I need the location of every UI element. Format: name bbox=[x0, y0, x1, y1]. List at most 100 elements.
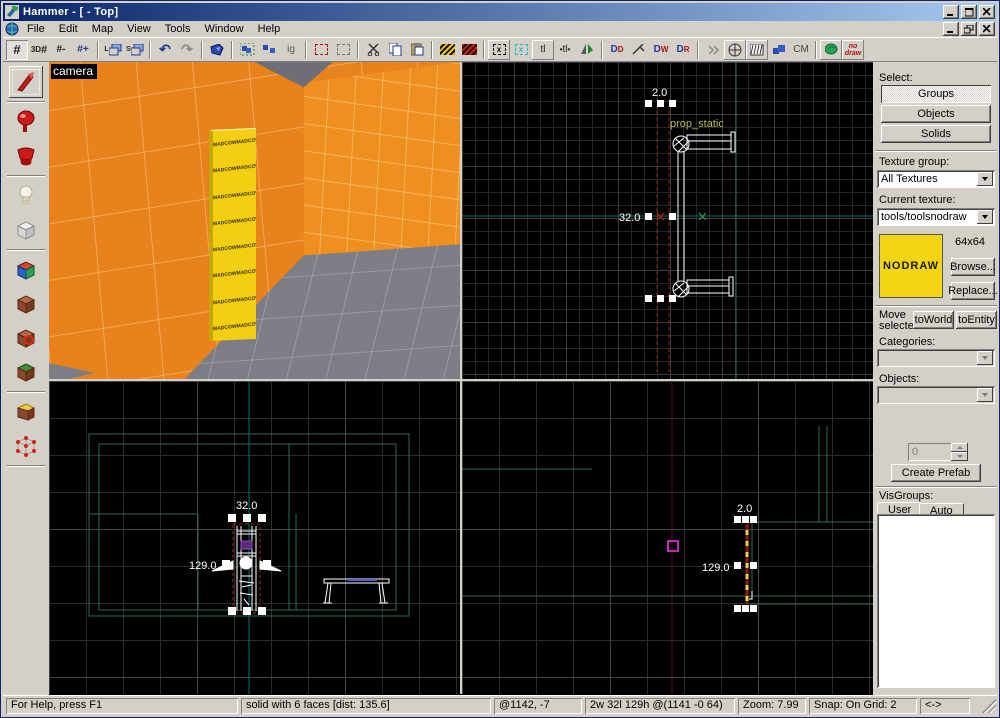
toolbar-separator bbox=[697, 40, 699, 59]
menu-tools[interactable]: Tools bbox=[158, 21, 198, 37]
current-texture-combo[interactable]: tools/toolsnodraw bbox=[877, 208, 995, 226]
path-tool-button[interactable] bbox=[628, 40, 650, 60]
selection-tool-button[interactable] bbox=[9, 66, 43, 98]
nodraw-brush-3d[interactable]: MADCOW MADCOW MADCOW MADCOW MADCOW MADCOW M… bbox=[209, 127, 256, 342]
overlay-tool-button[interactable] bbox=[9, 356, 43, 388]
selection-mode-button[interactable]: x bbox=[488, 40, 510, 60]
mdi-close-button[interactable] bbox=[979, 22, 995, 36]
chevron-down-icon[interactable] bbox=[977, 172, 993, 186]
texture-scale-lock-button[interactable]: • tl • bbox=[554, 40, 576, 60]
viewport-3d[interactable]: MADCOW MADCOW MADCOW MADCOW MADCOW MADCOW M… bbox=[49, 62, 460, 379]
browse-button[interactable]: Browse... bbox=[950, 258, 996, 276]
menu-window[interactable]: Window bbox=[197, 21, 250, 37]
texture-application-tool-button[interactable] bbox=[9, 254, 43, 286]
to-entity-button[interactable]: toEntity bbox=[956, 311, 997, 329]
group-button[interactable] bbox=[236, 40, 258, 60]
save-window-state-button[interactable]: S bbox=[124, 40, 146, 60]
viewport-side[interactable]: 2.0 129.0 bbox=[462, 381, 873, 694]
carve-button[interactable] bbox=[206, 40, 228, 60]
vertex-cube-icon bbox=[16, 436, 36, 457]
toggle-3d-grid-button[interactable]: 3D # bbox=[28, 40, 50, 60]
helpers-toggle-button[interactable] bbox=[724, 40, 746, 60]
flip-horizontal-button[interactable] bbox=[576, 40, 598, 60]
apply-decals-button[interactable] bbox=[9, 322, 43, 354]
select-objects-button[interactable]: Objects bbox=[881, 105, 991, 123]
spinner-up-icon[interactable] bbox=[951, 443, 968, 452]
select-solids-button[interactable]: Solids bbox=[881, 125, 991, 143]
close-button[interactable] bbox=[979, 5, 995, 19]
maximize-button[interactable] bbox=[961, 5, 977, 19]
prefab-angle-spinner: 0 bbox=[908, 443, 968, 461]
visgroups-label: VisGroups: bbox=[879, 490, 934, 502]
resize-grip[interactable] bbox=[982, 698, 996, 713]
toggle-dd-button[interactable]: DD bbox=[606, 40, 628, 60]
dim-height-label: 32.0 bbox=[619, 212, 640, 224]
toggle-dw-button[interactable]: DW bbox=[650, 40, 672, 60]
sound-browser-button[interactable] bbox=[702, 40, 724, 60]
copy-button[interactable] bbox=[384, 40, 406, 60]
selected-brush-edges[interactable] bbox=[656, 110, 670, 372]
magnify-selection-button[interactable]: x bbox=[510, 40, 532, 60]
texture-group-combo[interactable]: All Textures bbox=[877, 170, 995, 188]
selection-handles[interactable] bbox=[645, 100, 676, 302]
redo-button[interactable]: ↷ bbox=[176, 40, 198, 60]
larger-grid-button[interactable]: #+ bbox=[72, 40, 94, 60]
toggle-dr-button[interactable]: DR bbox=[672, 40, 694, 60]
magnify-tool-button[interactable] bbox=[9, 106, 43, 138]
ungroup-button[interactable] bbox=[258, 40, 280, 60]
cordon-toggle-button[interactable] bbox=[332, 40, 354, 60]
mdi-restore-button[interactable] bbox=[961, 22, 977, 36]
table-prop-wireframe[interactable] bbox=[323, 578, 390, 604]
texture-lock-button[interactable]: tl bbox=[532, 40, 554, 60]
viewport-top[interactable]: 2.0 32.0 prop_static bbox=[462, 62, 873, 379]
panel-separator bbox=[875, 486, 997, 488]
texture-preview[interactable]: NODRAW bbox=[879, 234, 943, 298]
minimize-button[interactable] bbox=[943, 5, 959, 19]
camera-tool-button[interactable] bbox=[9, 140, 43, 172]
visgroups-list[interactable] bbox=[877, 514, 995, 688]
menu-help[interactable]: Help bbox=[251, 21, 288, 37]
menu-map[interactable]: Map bbox=[85, 21, 120, 37]
menu-file[interactable]: File bbox=[20, 21, 52, 37]
models-toggle-button[interactable] bbox=[768, 40, 790, 60]
hide-selected-button[interactable] bbox=[436, 40, 458, 60]
clipping-tool-button[interactable] bbox=[9, 396, 43, 428]
toolbar-separator bbox=[357, 40, 359, 59]
vertex-tool-button[interactable] bbox=[9, 430, 43, 462]
chevron-down-icon[interactable] bbox=[977, 210, 993, 224]
hammer-window: Hammer - [ - Top] File Edit Map View Too… bbox=[0, 0, 1000, 718]
dim-height-label: 129.0 bbox=[189, 560, 217, 572]
select-groups-button[interactable]: Groups bbox=[881, 85, 991, 103]
ignore-groups-button[interactable]: ig bbox=[280, 40, 302, 60]
face-edit-button[interactable] bbox=[820, 40, 842, 60]
entity-tool-button[interactable] bbox=[9, 180, 43, 212]
ladder-prop-wireframe[interactable] bbox=[211, 526, 282, 611]
menu-edit[interactable]: Edit bbox=[52, 21, 85, 37]
mdi-minimize-button[interactable] bbox=[943, 22, 959, 36]
smaller-grid-button[interactable]: #- bbox=[50, 40, 72, 60]
cut-button[interactable] bbox=[362, 40, 384, 60]
spinner-down-icon[interactable] bbox=[951, 452, 968, 461]
dim-width-label: 2.0 bbox=[652, 87, 667, 99]
texture-grid-button[interactable] bbox=[746, 40, 768, 60]
apply-current-texture-button[interactable] bbox=[9, 288, 43, 320]
replace-button[interactable]: Replace... bbox=[948, 282, 998, 300]
cordon-edit-button[interactable] bbox=[310, 40, 332, 60]
show-hidden-button[interactable] bbox=[458, 40, 480, 60]
viewport-splitter-horizontal[interactable] bbox=[49, 379, 873, 381]
apply-nodraw-button[interactable]: no draw bbox=[842, 40, 864, 60]
create-prefab-button[interactable]: Create Prefab bbox=[891, 464, 981, 482]
cm-button[interactable]: CM bbox=[790, 40, 812, 60]
menu-view[interactable]: View bbox=[120, 21, 158, 37]
paste-button[interactable] bbox=[406, 40, 428, 60]
undo-button[interactable]: ↶ bbox=[154, 40, 176, 60]
block-tool-button[interactable] bbox=[9, 214, 43, 246]
load-window-state-button[interactable]: L bbox=[102, 40, 124, 60]
select-label: Select: bbox=[879, 72, 913, 84]
toggle-grid-button[interactable]: # bbox=[6, 39, 28, 60]
viewport-front[interactable]: 32.0 129.0 bbox=[49, 381, 460, 694]
title-bar[interactable]: Hammer - [ - Top] bbox=[3, 3, 997, 21]
to-world-button[interactable]: toWorld bbox=[913, 311, 954, 329]
viewport-splitter-vertical[interactable] bbox=[460, 62, 462, 694]
toolbar-separator bbox=[431, 40, 433, 59]
